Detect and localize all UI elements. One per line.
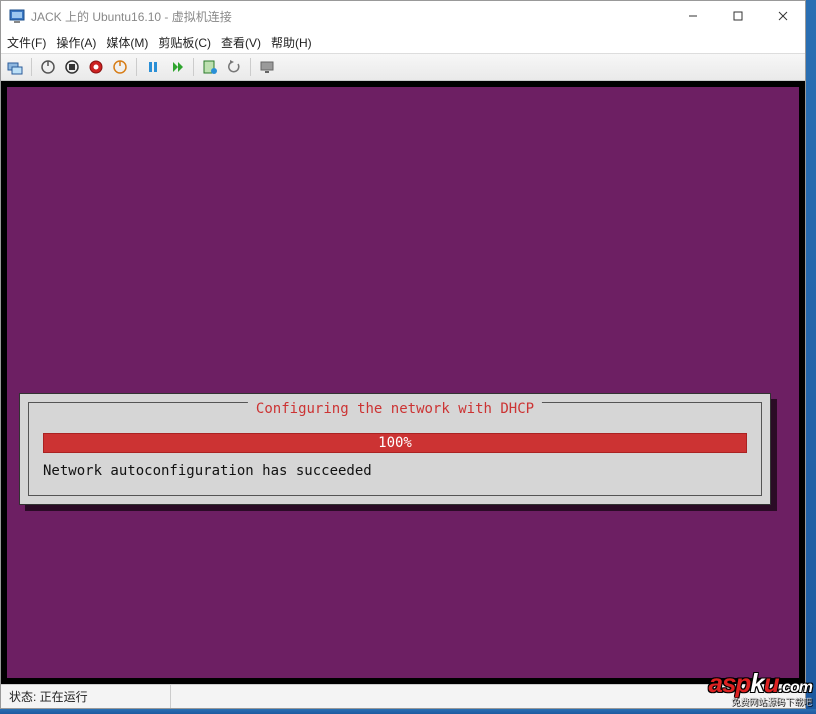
toolbar-separator (136, 58, 137, 76)
toolbar-separator (31, 58, 32, 76)
checkpoint-button[interactable] (200, 57, 220, 77)
minimize-button[interactable] (670, 2, 715, 30)
enhanced-session-button[interactable] (257, 57, 277, 77)
reset-button[interactable] (167, 57, 187, 77)
menu-media[interactable]: 媒体(M) (106, 34, 148, 51)
vm-display[interactable]: Configuring the network with DHCP 100% N… (1, 81, 805, 684)
dialog-status-text: Network autoconfiguration has succeeded (43, 463, 372, 479)
menu-clipboard[interactable]: 剪贴板(C) (158, 34, 211, 51)
pause-button[interactable] (143, 57, 163, 77)
turnoff-button[interactable] (62, 57, 82, 77)
vm-connect-window: JACK 上的 Ubuntu16.10 - 虚拟机连接 文件(F) 操作(A) … (0, 0, 806, 709)
shutdown-button[interactable] (86, 57, 106, 77)
close-button[interactable] (760, 2, 805, 30)
desktop-right-strip (806, 0, 816, 714)
dhcp-dialog: Configuring the network with DHCP 100% N… (19, 393, 771, 505)
menu-view[interactable]: 查看(V) (221, 34, 261, 51)
window-buttons (670, 2, 805, 30)
menu-action[interactable]: 操作(A) (56, 34, 96, 51)
revert-button[interactable] (224, 57, 244, 77)
status-state: 状态: 正在运行 (1, 685, 171, 708)
maximize-button[interactable] (715, 2, 760, 30)
ctrl-alt-del-button[interactable] (5, 57, 25, 77)
progress-label: 100% (378, 435, 412, 451)
toolbar-separator (250, 58, 251, 76)
toolbar-separator (193, 58, 194, 76)
desktop-bottom-strip (0, 709, 816, 714)
start-button[interactable] (38, 57, 58, 77)
dialog-frame: Configuring the network with DHCP 100% N… (28, 402, 762, 496)
save-button[interactable] (110, 57, 130, 77)
installer-background (7, 87, 799, 678)
status-empty (171, 685, 805, 708)
titlebar: JACK 上的 Ubuntu16.10 - 虚拟机连接 (1, 1, 805, 31)
menu-help[interactable]: 帮助(H) (271, 34, 312, 51)
progress-bar: 100% (43, 433, 747, 453)
app-icon (9, 8, 25, 24)
menubar: 文件(F) 操作(A) 媒体(M) 剪贴板(C) 查看(V) 帮助(H) (1, 31, 805, 53)
window-title: JACK 上的 Ubuntu16.10 - 虚拟机连接 (31, 8, 670, 25)
toolbar (1, 53, 805, 81)
statusbar: 状态: 正在运行 (1, 684, 805, 708)
dialog-title: Configuring the network with DHCP (248, 402, 542, 416)
menu-file[interactable]: 文件(F) (7, 34, 46, 51)
